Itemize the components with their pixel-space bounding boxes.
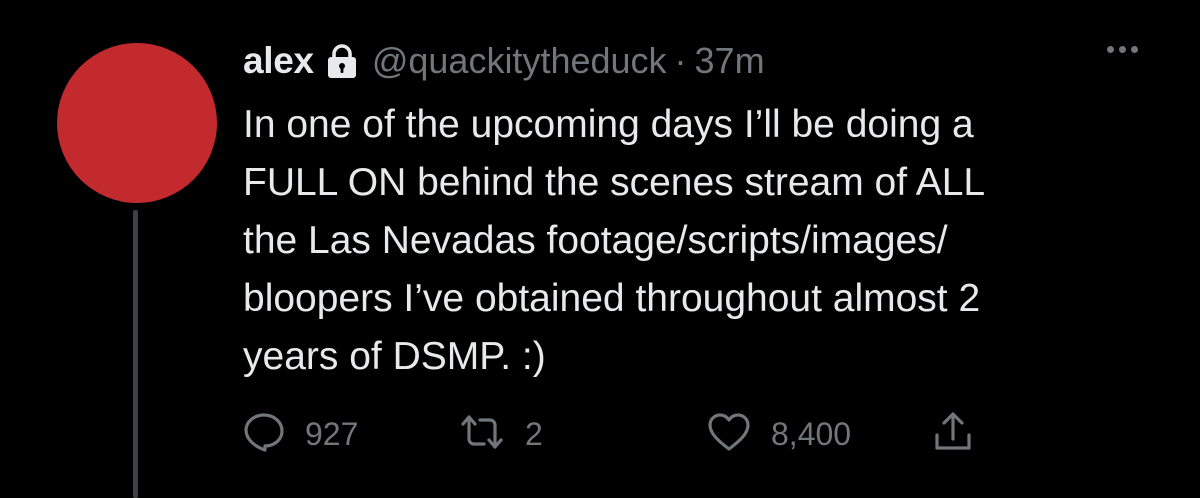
tweet-text-line: In one of the upcoming days I’ll be doin… bbox=[243, 103, 974, 146]
share-icon bbox=[933, 411, 973, 458]
author-name[interactable]: alex bbox=[243, 40, 314, 82]
timestamp[interactable]: 37m bbox=[695, 40, 765, 82]
tweet-text-line: FULL ON behind the scenes stream of ALL bbox=[243, 161, 986, 204]
tweet-text-line: the Las Nevadas footage/scripts/images/ bbox=[243, 219, 948, 262]
reply-icon bbox=[243, 412, 285, 457]
avatar[interactable] bbox=[57, 43, 217, 203]
like-count: 8,400 bbox=[771, 415, 852, 452]
retweet-count: 2 bbox=[525, 415, 543, 452]
tweet-text-line: bloopers I’ve obtained throughout almost… bbox=[243, 277, 981, 320]
retweet-icon bbox=[459, 412, 505, 457]
like-button[interactable]: 8,400 bbox=[707, 412, 851, 456]
reply-count: 927 bbox=[305, 415, 359, 452]
author-handle[interactable]: @quackitytheduck bbox=[372, 40, 667, 82]
heart-icon bbox=[707, 412, 751, 457]
lock-icon bbox=[326, 43, 358, 79]
more-dots-icon[interactable] bbox=[1107, 46, 1138, 53]
reply-button[interactable]: 927 bbox=[243, 412, 358, 456]
tweet-text-line: years of DSMP. :) bbox=[243, 335, 546, 378]
action-bar: 927 2 8,400 bbox=[243, 411, 1100, 458]
share-button[interactable] bbox=[933, 411, 973, 458]
tweet-text: In one of the upcoming days I’ll be doin… bbox=[243, 96, 1143, 386]
thread-line bbox=[133, 210, 138, 498]
tweet-header: alex @quackitytheduck · 37m bbox=[243, 36, 1140, 86]
retweet-button[interactable]: 2 bbox=[459, 412, 543, 456]
separator-dot: · bbox=[674, 40, 687, 81]
